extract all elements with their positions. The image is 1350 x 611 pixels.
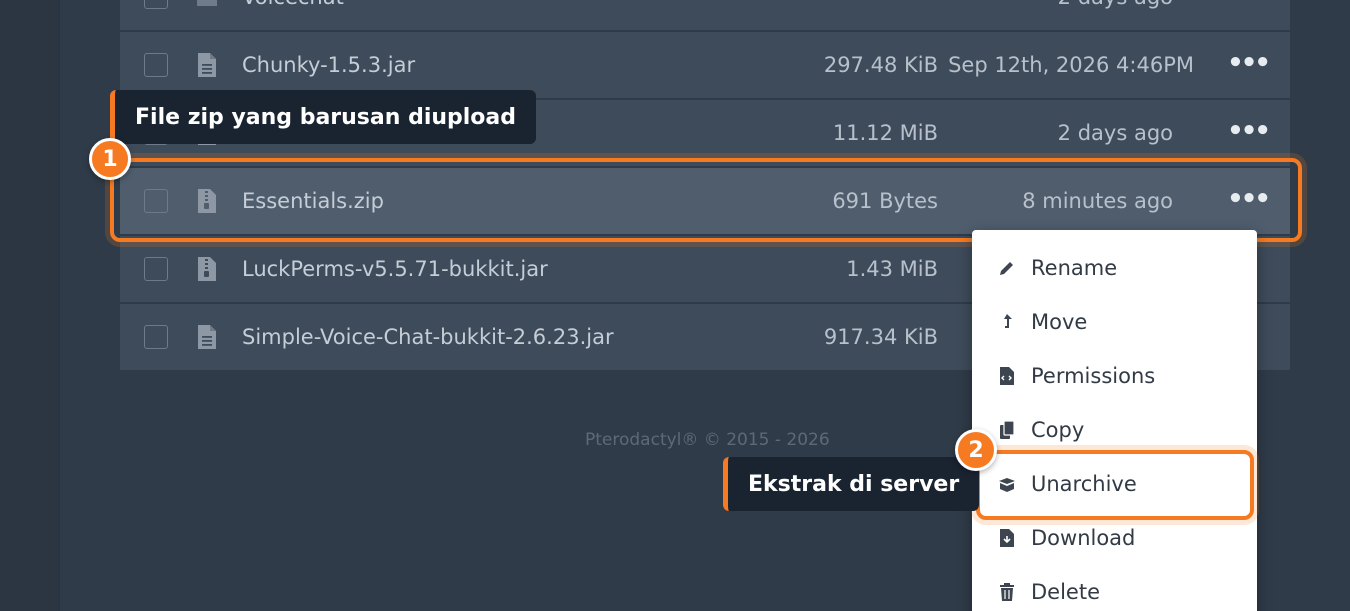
file-icon (198, 325, 216, 349)
callout-uploaded-zip: File zip yang barusan diupload (110, 90, 537, 144)
menu-item-delete[interactable]: Delete (972, 565, 1257, 611)
file-size: 297.48 KiB (823, 53, 938, 77)
file-date: 2 days ago (1058, 0, 1173, 9)
more-options-button[interactable]: ••• (1227, 50, 1271, 76)
row-checkbox[interactable] (144, 0, 168, 9)
file-name[interactable]: Simple-Voice-Chat-bukkit-2.6.23.jar (242, 325, 614, 349)
file-icon (198, 53, 216, 77)
row-checkbox[interactable] (144, 257, 168, 281)
menu-item-move[interactable]: Move (972, 295, 1257, 349)
file-name[interactable]: LuckPerms-v5.5.71-bukkit.jar (242, 257, 548, 281)
step-badge: 2 (955, 429, 997, 471)
callout-extract-server: Ekstrak di server (723, 457, 980, 511)
file-date: Sep 12th, 2026 4:46PM (948, 53, 1194, 77)
copy-icon (1000, 420, 1015, 439)
menu-item-label: Copy (1031, 418, 1085, 442)
archive-file-icon (198, 257, 216, 281)
trash-icon (1000, 583, 1014, 601)
footer-copyright: Pterodactyl® © 2015 - 2026 (585, 430, 830, 450)
menu-item-label: Move (1031, 310, 1088, 334)
highlight-box-unarchive (976, 450, 1254, 520)
file-code-icon (1000, 367, 1014, 385)
side-strip (0, 0, 60, 611)
file-size: 917.34 KiB (823, 325, 938, 349)
menu-item-label: Delete (1031, 580, 1100, 604)
callout-text: File zip yang barusan diupload (135, 104, 517, 130)
menu-item-copy[interactable]: Copy (972, 403, 1257, 457)
file-row[interactable]: Voicechat 2 days ago (120, 0, 1290, 30)
file-size: 1.43 MiB (846, 257, 938, 281)
file-date: 2 days ago (1057, 121, 1173, 145)
step-badge: 1 (89, 138, 131, 180)
callout-text: Ekstrak di server (748, 471, 960, 497)
pencil-icon (1000, 262, 1013, 275)
menu-item-label: Permissions (1031, 364, 1156, 388)
more-options-button[interactable]: ••• (1227, 118, 1271, 144)
file-name[interactable]: Voicechat (242, 0, 344, 9)
row-checkbox[interactable] (144, 53, 168, 77)
menu-item-label: Download (1031, 526, 1136, 550)
file-size: 11.12 MiB (832, 121, 938, 145)
menu-item-rename[interactable]: Rename (972, 241, 1257, 295)
file-download-icon (1000, 529, 1014, 547)
file-row[interactable]: Chunky-1.5.3.jar 297.48 KiB Sep 12th, 20… (120, 32, 1290, 98)
row-checkbox[interactable] (144, 325, 168, 349)
folder-icon (197, 0, 217, 6)
menu-item-label: Rename (1031, 256, 1118, 280)
menu-item-permissions[interactable]: Permissions (972, 349, 1257, 403)
move-arrow-icon (1004, 314, 1012, 328)
file-name[interactable]: Chunky-1.5.3.jar (242, 53, 415, 77)
context-menu: Rename Move Permissions Copy Unarchive D… (972, 230, 1257, 611)
